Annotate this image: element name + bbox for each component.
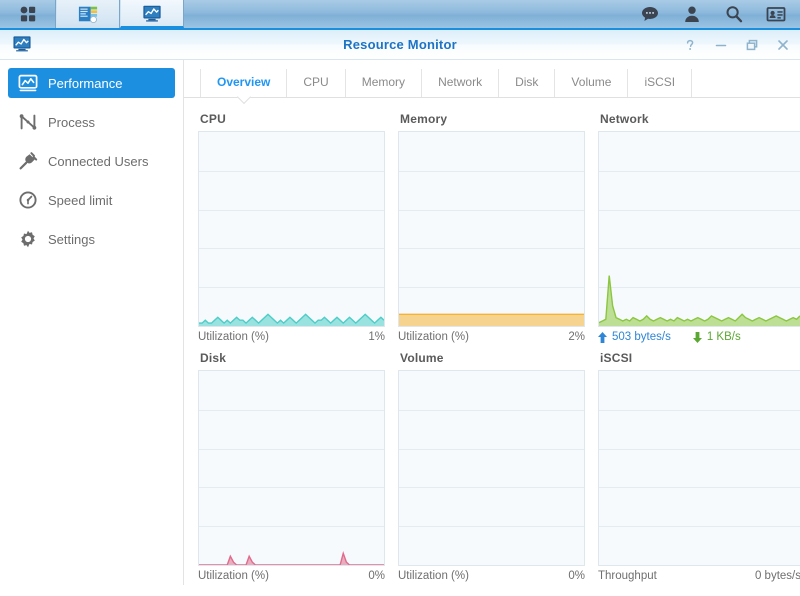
memory-legend: Utilization (%) 2%	[398, 331, 585, 343]
cpu-metric-label: Utilization (%)	[198, 331, 269, 343]
panel-title: Memory	[400, 112, 448, 126]
iscsi-chart	[598, 370, 800, 566]
plug-icon	[19, 152, 38, 170]
panel-title: Disk	[200, 351, 227, 365]
arrow-up-icon	[598, 331, 607, 343]
widgets-icon[interactable]	[766, 4, 786, 24]
disk-metric-value: 0%	[368, 570, 385, 582]
panel-volume: Volume Utilization (%) 0%	[398, 351, 598, 582]
panel-title: Volume	[400, 351, 444, 365]
resource-monitor-window: Resource Monitor Performance Process Con…	[0, 30, 800, 596]
gear-icon	[21, 230, 35, 248]
sidebar-item-label: Speed limit	[48, 192, 113, 208]
sidebar-item-label: Performance	[48, 75, 123, 91]
help-button[interactable]	[683, 38, 697, 52]
memory-chart	[398, 131, 585, 327]
screen: Resource Monitor Performance Process Con…	[0, 0, 800, 596]
sidebar-item-connected-users[interactable]: Connected Users	[8, 146, 175, 176]
sidebar-item-performance[interactable]: Performance	[8, 68, 175, 98]
tab-bar: Overview CPU Memory Network Disk Volume …	[184, 68, 800, 98]
sidebar-item-settings[interactable]: Settings	[8, 224, 175, 254]
window-titlebar[interactable]: Resource Monitor	[0, 30, 800, 60]
tab-memory[interactable]: Memory	[346, 69, 423, 97]
iscsi-series-area	[599, 371, 800, 565]
taskbar-spacer	[184, 0, 640, 28]
panel-row-bottom: Disk Utilization (%) 0% Volume Utilizati…	[198, 351, 800, 582]
volume-series-area	[399, 371, 584, 565]
sidebar-item-label: Connected Users	[48, 153, 149, 169]
memory-series-area	[399, 132, 584, 326]
arrow-down-icon	[692, 331, 702, 343]
disk-metric-label: Utilization (%)	[198, 570, 269, 582]
notifications-icon[interactable]	[640, 4, 660, 24]
tab-iscsi[interactable]: iSCSI	[628, 69, 693, 97]
taskbar-menu-button[interactable]	[0, 0, 56, 28]
panel-disk: Disk Utilization (%) 0%	[198, 351, 398, 582]
window-controls	[683, 30, 790, 59]
taskbar-app-resource-monitor[interactable]	[120, 0, 184, 28]
taskbar-tray	[640, 0, 800, 28]
network-upload-value: 503 bytes/s	[612, 331, 671, 343]
disk-series-area	[199, 371, 384, 565]
network-upload: 503 bytes/s	[598, 331, 671, 343]
speed-gauge-icon	[19, 191, 37, 209]
tab-disk[interactable]: Disk	[499, 69, 556, 97]
overview-panels: CPU Utilization (%) 1% Memory Utilizatio…	[184, 98, 800, 582]
search-icon[interactable]	[724, 4, 744, 24]
disk-chart	[198, 370, 385, 566]
resource-monitor-icon	[143, 5, 161, 22]
panel-title: CPU	[200, 112, 226, 126]
close-button[interactable]	[776, 38, 790, 52]
iscsi-legend: Throughput 0 bytes/s	[598, 570, 800, 582]
process-nodes-icon	[19, 114, 37, 130]
network-download: 1 KB/s	[692, 331, 741, 343]
tab-network[interactable]: Network	[422, 69, 500, 97]
cpu-legend: Utilization (%) 1%	[198, 331, 385, 343]
cpu-metric-value: 1%	[368, 331, 385, 343]
maximize-button[interactable]	[745, 38, 759, 52]
panel-cpu: CPU Utilization (%) 1%	[198, 112, 398, 343]
sidebar-item-label: Settings	[48, 231, 95, 247]
minimize-button[interactable]	[714, 38, 728, 52]
panel-title: Network	[600, 112, 649, 126]
app-grid-icon	[20, 6, 35, 22]
content-area: Overview CPU Memory Network Disk Volume …	[184, 60, 800, 596]
volume-metric-value: 0%	[568, 570, 585, 582]
disk-legend: Utilization (%) 0%	[198, 570, 385, 582]
panel-title: iSCSI	[600, 351, 633, 365]
tab-cpu[interactable]: CPU	[287, 69, 346, 97]
volume-legend: Utilization (%) 0%	[398, 570, 585, 582]
network-legend: 503 bytes/s 1 KB/s	[598, 331, 800, 343]
taskbar-app-package-center[interactable]	[56, 0, 120, 28]
sidebar-item-speed-limit[interactable]: Speed limit	[8, 185, 175, 215]
tab-volume[interactable]: Volume	[555, 69, 629, 97]
iscsi-metric-label: Throughput	[598, 570, 657, 582]
window-body: Performance Process Connected Users Spee…	[0, 60, 800, 596]
sidebar-item-process[interactable]: Process	[8, 107, 175, 137]
package-center-icon	[78, 6, 98, 24]
panel-network: Network 503 bytes/s 1 KB/s	[598, 112, 800, 343]
window-title: Resource Monitor	[343, 37, 457, 52]
panel-row-top: CPU Utilization (%) 1% Memory Utilizatio…	[198, 112, 800, 343]
panel-memory: Memory Utilization (%) 2%	[398, 112, 598, 343]
performance-chart-icon	[18, 74, 38, 92]
iscsi-metric-value: 0 bytes/s	[754, 570, 800, 582]
network-series-area	[599, 132, 800, 326]
sidebar-item-label: Process	[48, 114, 95, 130]
tab-overview[interactable]: Overview	[200, 69, 288, 97]
network-download-value: 1 KB/s	[706, 331, 741, 343]
panel-iscsi: iSCSI Throughput 0 bytes/s	[598, 351, 800, 582]
cpu-series-area	[199, 132, 384, 326]
memory-metric-value: 2%	[568, 331, 585, 343]
network-chart	[598, 131, 800, 327]
memory-metric-label: Utilization (%)	[398, 331, 469, 343]
cpu-chart	[198, 131, 385, 327]
user-icon[interactable]	[682, 4, 702, 24]
volume-chart	[398, 370, 585, 566]
volume-metric-label: Utilization (%)	[398, 570, 469, 582]
sidebar: Performance Process Connected Users Spee…	[0, 60, 184, 585]
desktop-taskbar	[0, 0, 800, 30]
